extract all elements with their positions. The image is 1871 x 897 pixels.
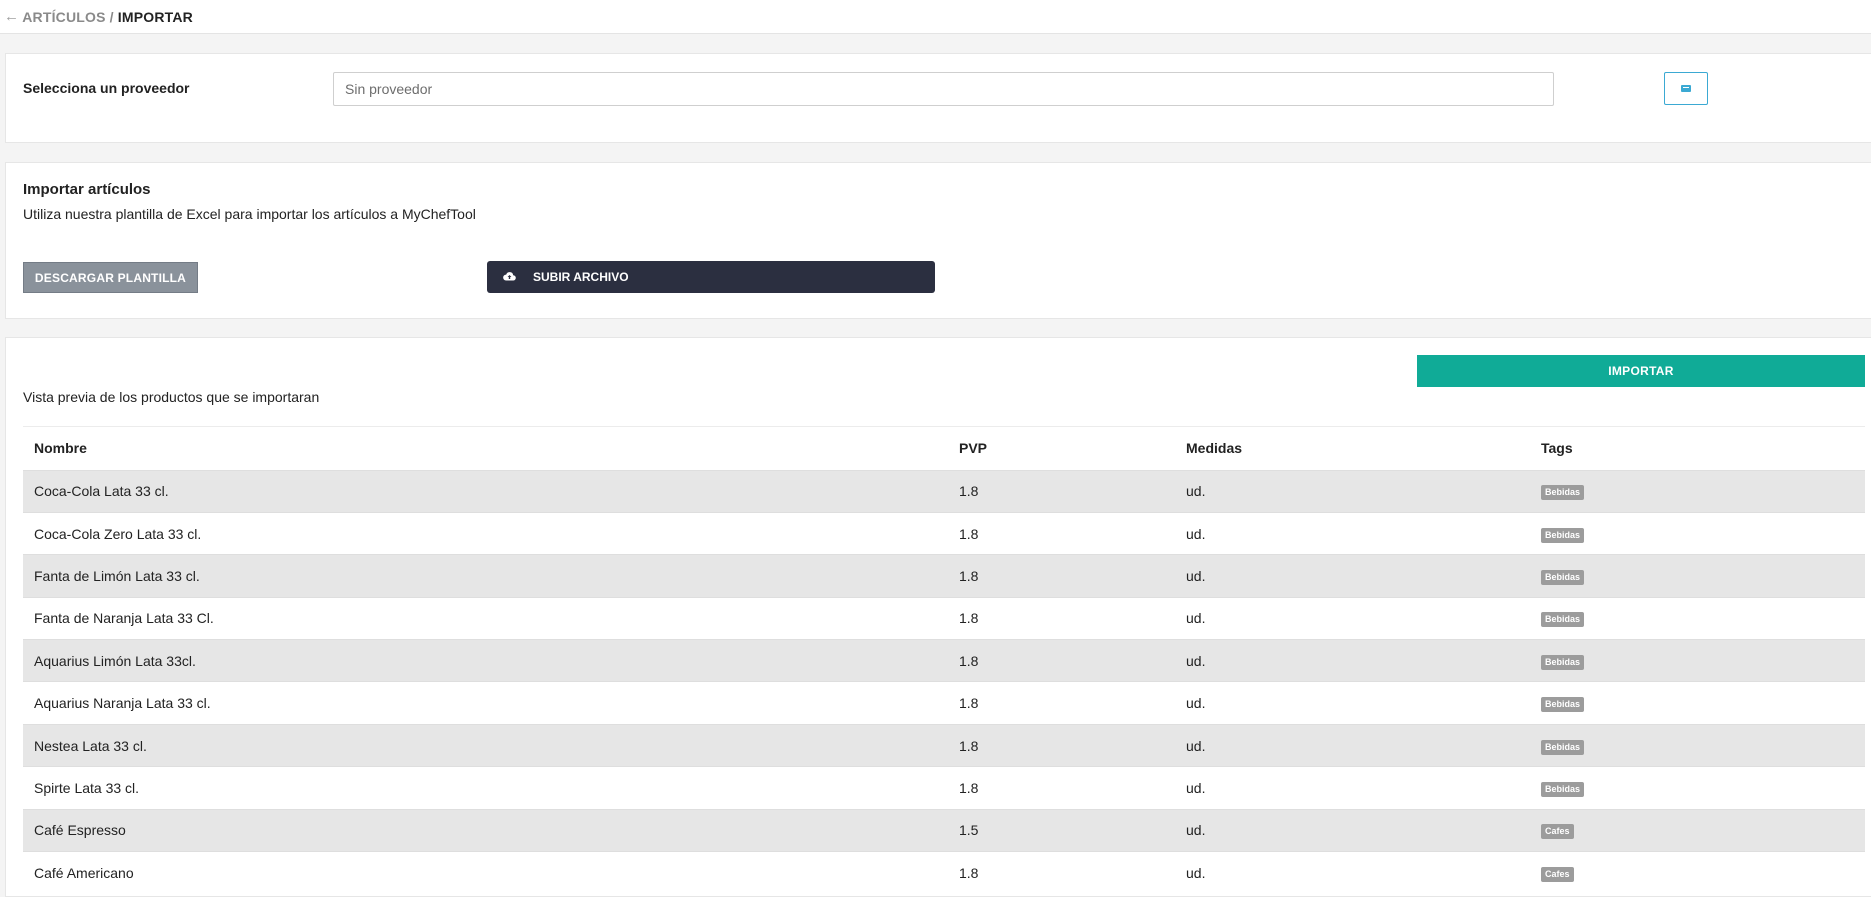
cell-unit: ud. — [1175, 851, 1530, 894]
upload-file-label: SUBIR ARCHIVO — [533, 270, 629, 284]
cell-pvp: 1.8 — [948, 851, 1175, 894]
breadcrumb-separator: / — [109, 8, 114, 25]
tag-badge: Bebidas — [1541, 569, 1585, 585]
tag-badge: Cafes — [1541, 866, 1574, 882]
breadcrumb: ← ARTÍCULOS / IMPORTAR — [0, 0, 1871, 34]
table-row: Coca-Cola Zero Lata 33 cl. 1.8 ud. Bebid… — [23, 511, 1865, 555]
preview-table: Nombre PVP Medidas Tags Coca-Cola Lata 3… — [23, 427, 1865, 894]
cell-tags: Cafes — [1530, 808, 1865, 852]
cell-unit: ud. — [1175, 766, 1530, 810]
breadcrumb-parent-link[interactable]: ARTÍCULOS — [22, 9, 105, 25]
cell-pvp: 1.8 — [948, 681, 1175, 725]
table-row: Café Espresso 1.5 ud. Cafes — [23, 808, 1865, 852]
table-row: Café Americano 1.8 ud. Cafes — [23, 851, 1865, 894]
tag-badge: Bebidas — [1541, 739, 1585, 755]
cell-unit: ud. — [1175, 554, 1530, 598]
cell-name: Café Espresso — [23, 808, 948, 852]
cell-pvp: 1.8 — [948, 723, 1175, 767]
cell-tags: Bebidas — [1530, 596, 1865, 640]
import-title: Importar artículos — [23, 181, 151, 198]
upload-file-button[interactable]: SUBIR ARCHIVO — [487, 261, 935, 293]
cell-name: Coca-Cola Lata 33 cl. — [23, 469, 948, 513]
tag-badge: Bebidas — [1541, 612, 1585, 628]
cell-pvp: 1.8 — [948, 766, 1175, 810]
cell-pvp: 1.5 — [948, 808, 1175, 852]
cell-unit: ud. — [1175, 639, 1530, 682]
cell-tags: Bebidas — [1530, 639, 1865, 682]
cell-pvp: 1.8 — [948, 639, 1175, 682]
import-card: Importar artículos Utiliza nuestra plant… — [5, 162, 1871, 319]
column-header-nombre: Nombre — [34, 440, 87, 457]
cell-tags: Cafes — [1530, 851, 1865, 894]
download-template-button[interactable]: DESCARGAR PLANTILLA — [23, 262, 198, 293]
tag-badge: Bebidas — [1541, 527, 1585, 543]
cell-name: Coca-Cola Zero Lata 33 cl. — [23, 511, 948, 555]
cell-unit: ud. — [1175, 723, 1530, 767]
preview-subtitle: Vista previa de los productos que se imp… — [23, 389, 320, 405]
cell-name: Aquarius Naranja Lata 33 cl. — [23, 681, 948, 725]
column-header-medidas: Medidas — [1186, 440, 1243, 457]
provider-card: Selecciona un proveedor Sin proveedor — [5, 53, 1871, 143]
cell-tags: Bebidas — [1530, 469, 1865, 513]
preview-card: IMPORTAR Vista previa de los productos q… — [5, 337, 1871, 897]
cell-name: Fanta de Limón Lata 33 cl. — [23, 554, 948, 598]
tag-badge: Bebidas — [1541, 485, 1585, 501]
cell-unit: ud. — [1175, 808, 1530, 852]
cell-unit: ud. — [1175, 681, 1530, 725]
cell-tags: Bebidas — [1530, 554, 1865, 598]
cell-pvp: 1.8 — [948, 596, 1175, 640]
cell-pvp: 1.8 — [948, 554, 1175, 598]
cell-tags: Bebidas — [1530, 766, 1865, 810]
import-description: Utiliza nuestra plantilla de Excel para … — [23, 206, 476, 222]
table-row: Spirte Lata 33 cl. 1.8 ud. Bebidas — [23, 766, 1865, 810]
provider-label: Selecciona un proveedor — [23, 80, 190, 96]
table-row: Fanta de Limón Lata 33 cl. 1.8 ud. Bebid… — [23, 554, 1865, 598]
tag-badge: Bebidas — [1541, 654, 1585, 670]
provider-keyboard-button[interactable] — [1664, 72, 1708, 105]
cell-name: Aquarius Limón Lata 33cl. — [23, 639, 948, 682]
table-row: Aquarius Naranja Lata 33 cl. 1.8 ud. Beb… — [23, 681, 1865, 725]
column-header-pvp: PVP — [959, 440, 988, 457]
cell-pvp: 1.8 — [948, 469, 1175, 513]
table-row: Fanta de Naranja Lata 33 Cl. 1.8 ud. Beb… — [23, 596, 1865, 640]
arrow-left-icon[interactable]: ← — [4, 8, 19, 25]
cell-pvp: 1.8 — [948, 511, 1175, 555]
tag-badge: Cafes — [1541, 824, 1574, 840]
import-button[interactable]: IMPORTAR — [1417, 355, 1865, 387]
cell-name: Fanta de Naranja Lata 33 Cl. — [23, 596, 948, 640]
cell-unit: ud. — [1175, 596, 1530, 640]
table-row: Nestea Lata 33 cl. 1.8 ud. Bebidas — [23, 723, 1865, 767]
table-row: Coca-Cola Lata 33 cl. 1.8 ud. Bebidas — [23, 469, 1865, 513]
cloud-upload-icon — [503, 271, 517, 282]
download-template-label: DESCARGAR PLANTILLA — [34, 270, 187, 285]
breadcrumb-current: IMPORTAR — [117, 8, 193, 25]
import-button-label: IMPORTAR — [1608, 364, 1674, 378]
keyboard-icon — [1681, 85, 1691, 92]
column-header-tags: Tags — [1541, 440, 1573, 457]
table-row: Aquarius Limón Lata 33cl. 1.8 ud. Bebida… — [23, 639, 1865, 682]
tag-badge: Bebidas — [1541, 781, 1585, 797]
cell-unit: ud. — [1175, 511, 1530, 555]
tag-badge: Bebidas — [1541, 697, 1585, 713]
cell-tags: Bebidas — [1530, 511, 1865, 555]
cell-name: Nestea Lata 33 cl. — [23, 723, 948, 767]
cell-tags: Bebidas — [1530, 723, 1865, 767]
cell-name: Spirte Lata 33 cl. — [23, 766, 948, 810]
provider-select-value: Sin proveedor — [345, 81, 433, 97]
cell-name: Café Americano — [23, 851, 948, 894]
table-header-row: Nombre PVP Medidas Tags — [23, 427, 1865, 470]
provider-select[interactable]: Sin proveedor — [333, 72, 1554, 106]
cell-unit: ud. — [1175, 469, 1530, 513]
cell-tags: Bebidas — [1530, 681, 1865, 725]
